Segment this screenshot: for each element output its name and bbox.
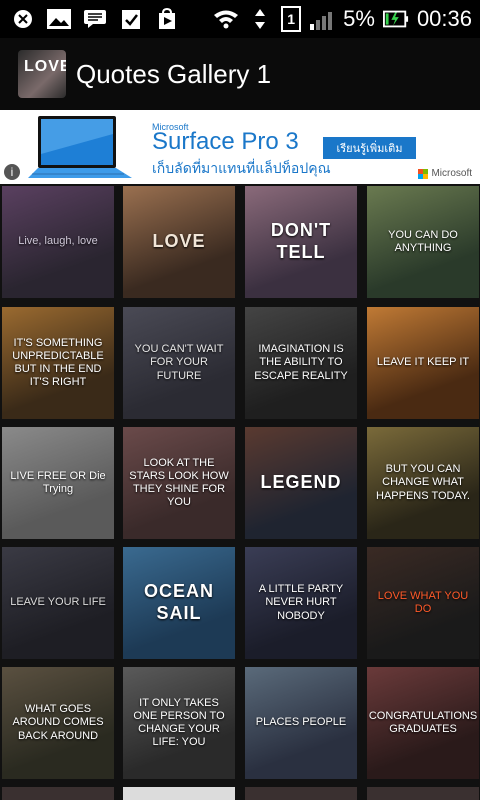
quote-tile[interactable]: BUT YOU CAN CHANGE WHAT HAPPENS TODAY. — [367, 427, 479, 539]
quote-tile[interactable]: LOOK AT THE STARS LOOK HOW THEY SHINE FO… — [123, 427, 235, 539]
quote-tile-partial[interactable] — [2, 787, 114, 800]
data-arrows-icon — [247, 7, 273, 31]
surface-device-image — [28, 116, 132, 178]
quote-tile[interactable]: LOVE — [123, 186, 235, 298]
quote-tile[interactable]: WHAT GOES AROUND COMES BACK AROUND — [2, 667, 114, 779]
quote-tile[interactable]: LEAVE YOUR LIFE — [2, 547, 114, 659]
sim-slot-label: 1 — [281, 6, 302, 32]
status-bar: 1 5% 00:36 — [0, 0, 480, 38]
quote-tile-text: LOVE WHAT YOU DO — [377, 589, 469, 615]
quote-tile[interactable]: IT'S SOMETHING UNPREDICTABLE BUT IN THE … — [2, 307, 114, 419]
quote-tile-text: BUT YOU CAN CHANGE WHAT HAPPENS TODAY. — [376, 463, 470, 502]
app-bar: LOVE Quotes Gallery 1 — [0, 38, 480, 111]
quote-tile[interactable]: LIVE FREE OR Die Trying — [2, 427, 114, 539]
quote-tile-partial[interactable] — [367, 787, 479, 800]
quote-tile-text: WHAT GOES AROUND COMES BACK AROUND — [12, 703, 104, 742]
quote-tile-text: LIVE FREE OR Die Trying — [10, 469, 106, 495]
quote-grid: Live, laugh, love LOVE DON'T TELL YOU CAN D… — [0, 184, 480, 800]
quote-tile-text: LEGEND — [260, 472, 342, 493]
quote-tile-text: IMAGINATION IS THE ABILITY TO ESCAPE REA… — [254, 343, 348, 382]
wifi-icon — [213, 7, 239, 31]
quote-tile[interactable]: CONGRATULATIONS GRADUATES — [367, 667, 479, 779]
message-icon — [82, 7, 108, 31]
close-icon — [10, 7, 36, 31]
quote-tile-text: CONGRATULATIONS GRADUATES — [368, 709, 478, 735]
app-title: Quotes Gallery 1 — [76, 58, 272, 89]
quote-tile[interactable]: IMAGINATION IS THE ABILITY TO ESCAPE REA… — [245, 307, 357, 419]
quote-tile-text: DON'T TELL — [270, 220, 332, 262]
image-icon — [46, 7, 72, 31]
quote-tile-text: OCEAN SAIL — [143, 581, 214, 623]
info-icon[interactable]: i — [4, 164, 20, 180]
quote-tile[interactable]: YOU CAN'T WAIT FOR YOUR FUTURE — [123, 307, 235, 419]
clock: 00:36 — [416, 6, 472, 31]
quote-tile[interactable]: DON'T TELL — [245, 186, 357, 298]
quote-tile[interactable]: LEAVE IT KEEP IT — [367, 307, 479, 419]
ad-tagline: เก็บลัดที่มาแทนที่แล็ปท็อปคุณ — [152, 160, 331, 176]
quote-tile-partial[interactable] — [123, 787, 235, 800]
ad-brand: Surface Pro 3 — [152, 128, 299, 155]
quote-tile[interactable]: Live, laugh, love — [2, 186, 114, 298]
battery-percent: 5% — [343, 6, 375, 31]
quote-tile[interactable]: A LITTLE PARTY NEVER HURT NOBODY — [245, 547, 357, 659]
quote-tile-text: A LITTLE PARTY NEVER HURT NOBODY — [258, 583, 344, 622]
quote-tile[interactable]: LEGEND — [245, 427, 357, 539]
microsoft-logo: Microsoft — [418, 168, 472, 179]
microsoft-label: Microsoft — [431, 168, 472, 179]
play-store-icon — [154, 7, 180, 31]
quote-tile-text: LOVE — [152, 231, 206, 252]
quote-tile-text: LEAVE IT KEEP IT — [376, 356, 470, 369]
quote-tile-text: IT'S SOMETHING UNPREDICTABLE BUT IN THE … — [12, 336, 104, 389]
quote-tile-text: Live, laugh, love — [18, 235, 98, 248]
quote-tile[interactable]: PLACES PEOPLE — [245, 667, 357, 779]
quote-tile[interactable]: IT ONLY TAKES ONE PERSON TO CHANGE YOUR … — [123, 667, 235, 779]
quote-tile-text: LOOK AT THE STARS LOOK HOW THEY SHINE FO… — [129, 456, 229, 509]
quote-tile-text: IT ONLY TAKES ONE PERSON TO CHANGE YOUR … — [133, 696, 225, 749]
quote-tile-text: LEAVE YOUR LIFE — [10, 596, 106, 609]
quote-tile-text: PLACES PEOPLE — [255, 716, 347, 729]
signal-icon — [309, 7, 335, 31]
quote-tile[interactable]: LOVE WHAT YOU DO — [367, 547, 479, 659]
quote-tile-partial[interactable] — [245, 787, 357, 800]
ad-learn-more-button[interactable]: เรียนรู้เพิ่มเติม — [323, 137, 416, 159]
quote-tile-text: YOU CAN'T WAIT FOR YOUR FUTURE — [134, 343, 224, 382]
notification-icons — [0, 7, 180, 31]
quote-tile[interactable]: YOU CAN DO ANYTHING — [367, 186, 479, 298]
app-icon-text: LOVE — [24, 58, 66, 75]
app-icon[interactable]: LOVE — [18, 50, 66, 98]
quote-tile[interactable]: OCEAN SAIL — [123, 547, 235, 659]
system-status: 1 5% 00:36 — [213, 6, 480, 32]
ad-banner[interactable]: Microsoft Surface Pro 3 เก็บลัดที่มาแทนท… — [0, 110, 480, 184]
quote-tile-text: YOU CAN DO ANYTHING — [388, 228, 458, 254]
clipboard-check-icon — [118, 7, 144, 31]
battery-charging-icon — [382, 7, 409, 31]
sim-icon: 1 — [281, 6, 302, 32]
microsoft-squares-icon — [418, 168, 429, 179]
